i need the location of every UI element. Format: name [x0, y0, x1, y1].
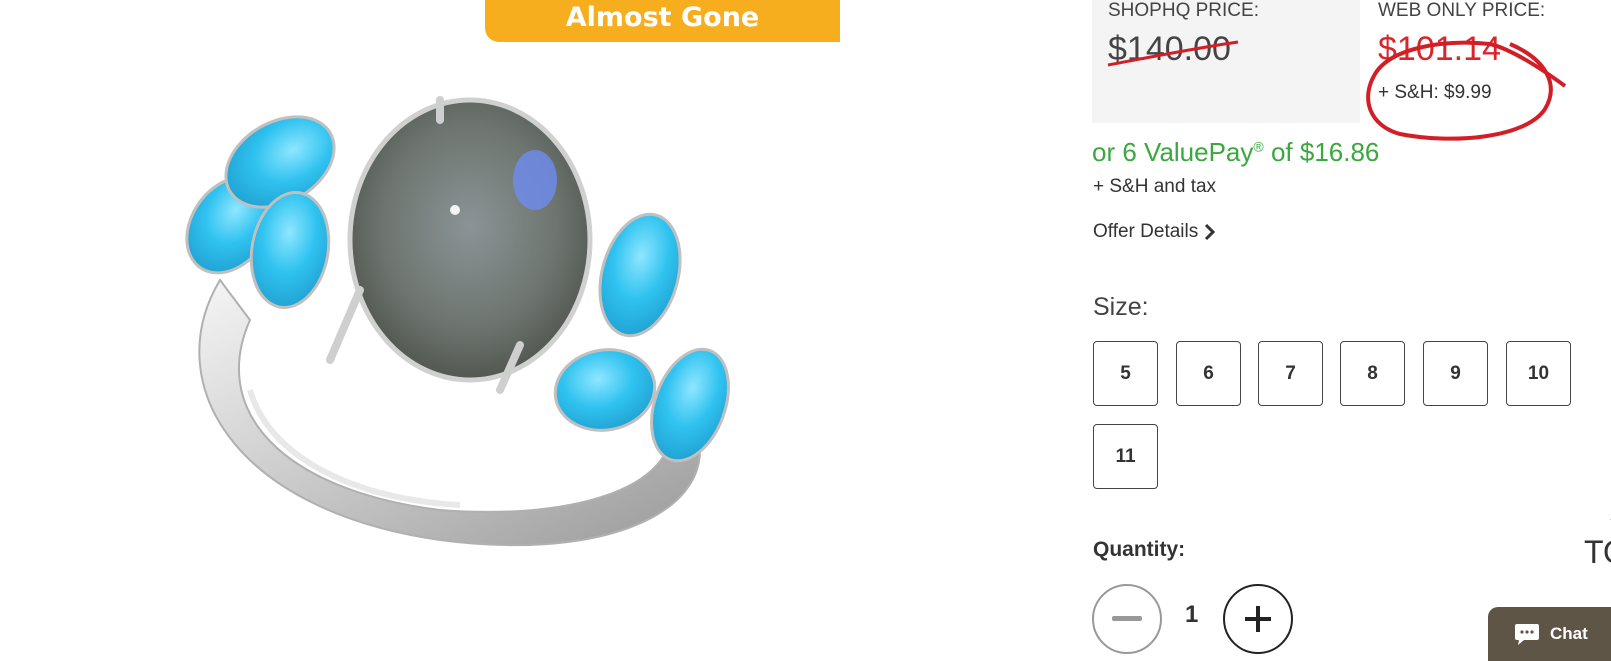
registered-mark: ® [1253, 138, 1264, 155]
shipping-tax-note: + S&H and tax [1093, 176, 1217, 197]
offer-details-link[interactable]: Offer Details [1093, 221, 1216, 243]
valuepay-amount: of $16.86 [1263, 137, 1380, 167]
size-option-11[interactable]: 11 [1093, 424, 1158, 489]
offer-details-label: Offer Details [1093, 221, 1199, 242]
back-to-top-label: TO [1584, 534, 1611, 570]
almost-gone-badge: Almost Gone [485, 0, 840, 42]
size-label: Size: [1093, 293, 1149, 321]
size-option-6[interactable]: 6 [1176, 341, 1241, 406]
size-option-10[interactable]: 10 [1506, 341, 1571, 406]
product-image[interactable]: Almost Gone [0, 0, 840, 661]
minus-icon [1112, 616, 1142, 621]
plus-icon [1245, 606, 1271, 632]
chat-widget-button[interactable]: Chat [1488, 607, 1611, 661]
quantity-increase-button[interactable] [1223, 584, 1293, 654]
strikethrough-mark [1107, 40, 1239, 67]
size-option-7[interactable]: 7 [1258, 341, 1323, 406]
web-price-label: WEB ONLY PRICE: [1378, 0, 1546, 21]
quantity-label: Quantity: [1093, 538, 1186, 561]
valuepay-prefix: or 6 ValuePay [1092, 137, 1254, 167]
valuepay-offer: or 6 ValuePay® of $16.86 [1092, 137, 1379, 168]
chevron-right-icon [1205, 223, 1216, 241]
chat-label: Chat [1550, 624, 1588, 643]
size-option-5[interactable]: 5 [1093, 341, 1158, 406]
ring-illustration [185, 96, 730, 547]
quantity-decrease-button[interactable] [1092, 584, 1162, 654]
shophq-price-label: SHOPHQ PRICE: [1108, 0, 1259, 21]
back-to-top-button[interactable]: ↑ TO [1584, 512, 1611, 568]
product-page: Almost Gone SHOPHQ PRICE: $140.00 WEB ON… [0, 0, 1611, 661]
shophq-price-box: SHOPHQ PRICE: $140.00 [1092, 0, 1360, 123]
size-option-8[interactable]: 8 [1340, 341, 1405, 406]
quantity-value: 1 [1185, 601, 1199, 628]
chat-bubble-icon [1515, 624, 1539, 645]
red-circle-annotation [1366, 40, 1567, 141]
size-option-9[interactable]: 9 [1423, 341, 1488, 406]
